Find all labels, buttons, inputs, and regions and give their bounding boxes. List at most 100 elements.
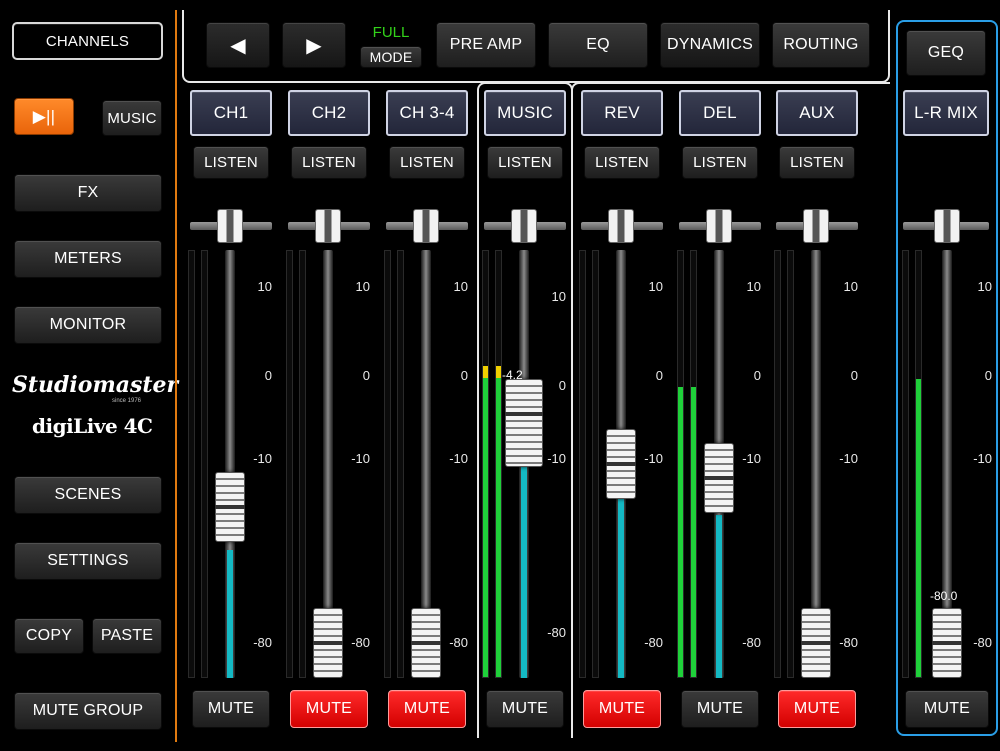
next-arrow-button[interactable]: ▶ [282, 22, 346, 68]
master-mute-button[interactable]: MUTE [905, 690, 989, 728]
scale-10-aux: 10 [843, 279, 858, 294]
listen-button-del[interactable]: LISTEN [682, 146, 758, 179]
listen-button-ch2[interactable]: LISTEN [291, 146, 367, 179]
meter-left-aux [774, 250, 781, 678]
eq-button[interactable]: EQ [548, 22, 648, 68]
brand-name: Studiomaster [12, 372, 179, 398]
mute-button-del[interactable]: MUTE [681, 690, 759, 728]
dynamics-button[interactable]: DYNAMICS [660, 22, 760, 68]
scale-0-del: 0 [753, 368, 761, 383]
model-logo: digiLive 4C [32, 414, 153, 438]
fader-cap-del[interactable] [704, 443, 734, 514]
listen-button-aux[interactable]: LISTEN [779, 146, 855, 179]
meter-left-del [677, 250, 684, 678]
scale-minus10-ch-3-4: -10 [449, 451, 468, 466]
meter-left-music [482, 250, 489, 678]
meters-button[interactable]: METERS [14, 240, 162, 278]
scale-minus10-ch1: -10 [253, 451, 272, 466]
scale-0-rev: 0 [655, 368, 663, 383]
preamp-button[interactable]: PRE AMP [436, 22, 536, 68]
meter-left-ch2 [286, 250, 293, 678]
pan-knob-music[interactable] [511, 209, 537, 243]
scale-minus10-music: -10 [547, 451, 566, 466]
meter-right-aux [787, 250, 794, 678]
pan-knob-ch1[interactable] [217, 209, 243, 243]
master-scale-10: 10 [977, 279, 992, 294]
settings-button[interactable]: SETTINGS [14, 542, 162, 580]
monitor-button[interactable]: MONITOR [14, 306, 162, 344]
pan-knob-aux[interactable] [803, 209, 829, 243]
mute-button-rev[interactable]: MUTE [583, 690, 661, 728]
scale-minus10-aux: -10 [839, 451, 858, 466]
fader-cap-ch2[interactable] [313, 608, 343, 678]
master-scale-minus80: -80 [973, 635, 992, 650]
fader-cap-ch-3-4[interactable] [411, 608, 441, 678]
channel-name-music[interactable]: MUSIC [484, 90, 566, 136]
fader-cap-rev[interactable] [606, 429, 636, 499]
scale-minus10-ch2: -10 [351, 451, 370, 466]
paste-button[interactable]: PASTE [92, 618, 162, 654]
mode-button[interactable]: MODE [360, 46, 422, 68]
prev-arrow-button[interactable]: ◀ [206, 22, 270, 68]
scale-minus10-rev: -10 [644, 451, 663, 466]
master-readout: -80.0 [930, 589, 958, 603]
readout-music: -4.2 [502, 368, 523, 383]
channel-name-rev[interactable]: REV [581, 90, 663, 136]
master-meter-right [915, 250, 922, 678]
listen-button-rev[interactable]: LISTEN [584, 146, 660, 179]
fader-cap-aux[interactable] [801, 608, 831, 678]
meter-left-rev [579, 250, 586, 678]
channels-button[interactable]: CHANNELS [12, 22, 163, 60]
scale-minus80-ch2: -80 [351, 635, 370, 650]
mute-button-ch2[interactable]: MUTE [290, 690, 368, 728]
scale-minus80-music: -80 [547, 625, 566, 640]
scale-10-ch1: 10 [257, 279, 272, 294]
lr-mix-name-button[interactable]: L-R MIX [903, 90, 989, 136]
scale-10-music: 10 [551, 289, 566, 304]
channel-name-ch2[interactable]: CH2 [288, 90, 370, 136]
scale-minus80-rev: -80 [644, 635, 663, 650]
fx-button[interactable]: FX [14, 174, 162, 212]
mute-button-aux[interactable]: MUTE [778, 690, 856, 728]
channel-name-ch1[interactable]: CH1 [190, 90, 272, 136]
scale-minus80-ch-3-4: -80 [449, 635, 468, 650]
channel-name-ch-3-4[interactable]: CH 3-4 [386, 90, 468, 136]
full-mode-label: FULL [372, 24, 410, 41]
pan-knob-rev[interactable] [608, 209, 634, 243]
pan-knob-ch-3-4[interactable] [413, 209, 439, 243]
scale-minus10-del: -10 [742, 451, 761, 466]
fader-track-ch1 [225, 250, 235, 678]
channel-name-aux[interactable]: AUX [776, 90, 858, 136]
listen-button-ch-3-4[interactable]: LISTEN [389, 146, 465, 179]
meter-left-ch1 [188, 250, 195, 678]
left-divider [175, 10, 177, 742]
scale-minus80-aux: -80 [839, 635, 858, 650]
scale-10-ch-3-4: 10 [453, 279, 468, 294]
play-pause-button[interactable]: ▶|| [14, 98, 74, 135]
fader-cap-ch1[interactable] [215, 471, 245, 542]
music-player-button[interactable]: MUSIC [102, 100, 162, 136]
master-pan-knob[interactable] [934, 209, 960, 243]
meter-right-ch-3-4 [397, 250, 404, 678]
listen-button-music[interactable]: LISTEN [487, 146, 563, 179]
scale-0-ch-3-4: 0 [460, 368, 468, 383]
scale-0-aux: 0 [850, 368, 858, 383]
listen-button-ch1[interactable]: LISTEN [193, 146, 269, 179]
fader-cap-music[interactable] [505, 379, 543, 468]
mute-group-button[interactable]: MUTE GROUP [14, 692, 162, 730]
geq-button[interactable]: GEQ [906, 30, 986, 76]
mute-button-ch-3-4[interactable]: MUTE [388, 690, 466, 728]
copy-button[interactable]: COPY [14, 618, 84, 654]
scale-minus80-ch1: -80 [253, 635, 272, 650]
master-fader-cap[interactable] [932, 608, 962, 678]
pan-knob-ch2[interactable] [315, 209, 341, 243]
channel-name-del[interactable]: DEL [679, 90, 761, 136]
scenes-button[interactable]: SCENES [14, 476, 162, 514]
master-scale-minus10: -10 [973, 451, 992, 466]
mute-button-ch1[interactable]: MUTE [192, 690, 270, 728]
scale-0-ch2: 0 [362, 368, 370, 383]
brand-since: since 1976 [112, 398, 142, 404]
pan-knob-del[interactable] [706, 209, 732, 243]
routing-button[interactable]: ROUTING [772, 22, 870, 68]
mute-button-music[interactable]: MUTE [486, 690, 564, 728]
